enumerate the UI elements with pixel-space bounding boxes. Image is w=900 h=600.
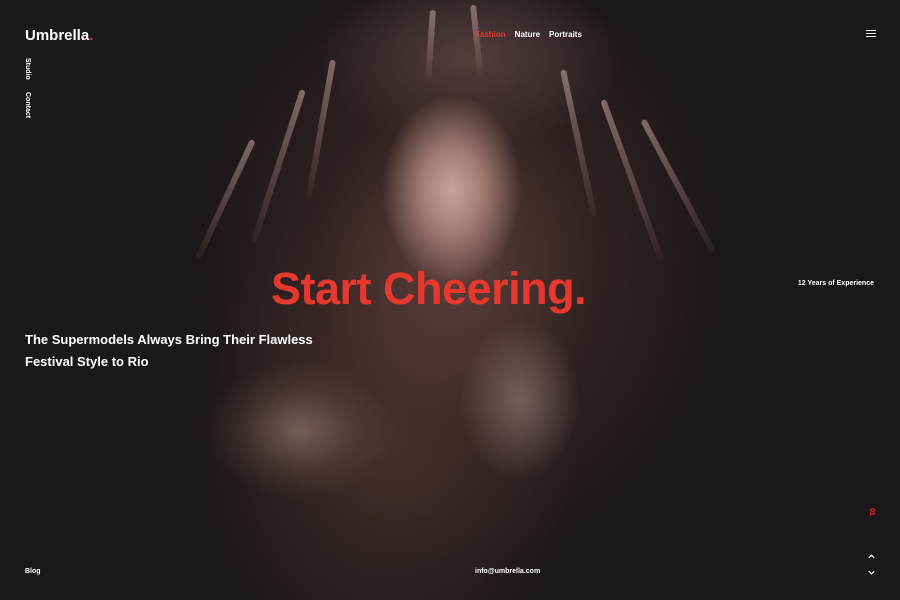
chevron-down-icon[interactable] — [867, 568, 876, 577]
nav-item-fashion[interactable]: Fashion — [475, 30, 506, 39]
hair-strand — [600, 98, 664, 261]
tagline-line-2: Festival Style to Rio — [25, 354, 149, 369]
brand-logo[interactable]: Umbrella. — [25, 27, 93, 44]
hero-headline: Start Cheering. — [271, 263, 587, 314]
hair-strand — [305, 59, 336, 199]
hamburger-icon[interactable] — [866, 30, 876, 38]
brand-dot: . — [89, 27, 94, 44]
hair-strand — [250, 89, 306, 244]
slide-number: 01 — [868, 508, 875, 516]
chevron-up-icon[interactable] — [867, 552, 876, 561]
hair-strand — [425, 9, 436, 81]
hair-strand — [560, 69, 598, 218]
top-nav: Fashion Nature Portraits — [475, 30, 582, 39]
email-link[interactable]: info@umbrella.com — [475, 568, 540, 575]
nav-item-portraits[interactable]: Portraits — [549, 30, 582, 39]
nav-item-nature[interactable]: Nature — [515, 30, 540, 39]
brand-name: Umbrella — [25, 27, 90, 44]
side-nav-studio[interactable]: Studio — [24, 58, 31, 80]
hero-tagline: The Supermodels Always Bring Their Flawl… — [25, 329, 325, 373]
hair-strand — [470, 4, 484, 75]
blog-link[interactable]: Blog — [25, 568, 41, 575]
menu-line — [866, 30, 876, 31]
experience-label: 12 Years of Experience — [797, 280, 874, 287]
menu-line — [866, 33, 876, 34]
menu-line — [866, 36, 876, 37]
tagline-line-1: The Supermodels Always Bring Their Flawl… — [25, 332, 313, 347]
hair-strand — [195, 138, 256, 260]
side-nav-contact[interactable]: Contact — [24, 92, 31, 118]
page: Umbrella. Fashion Nature Portraits Studi… — [0, 0, 900, 600]
side-nav: Studio Contact — [24, 58, 31, 118]
